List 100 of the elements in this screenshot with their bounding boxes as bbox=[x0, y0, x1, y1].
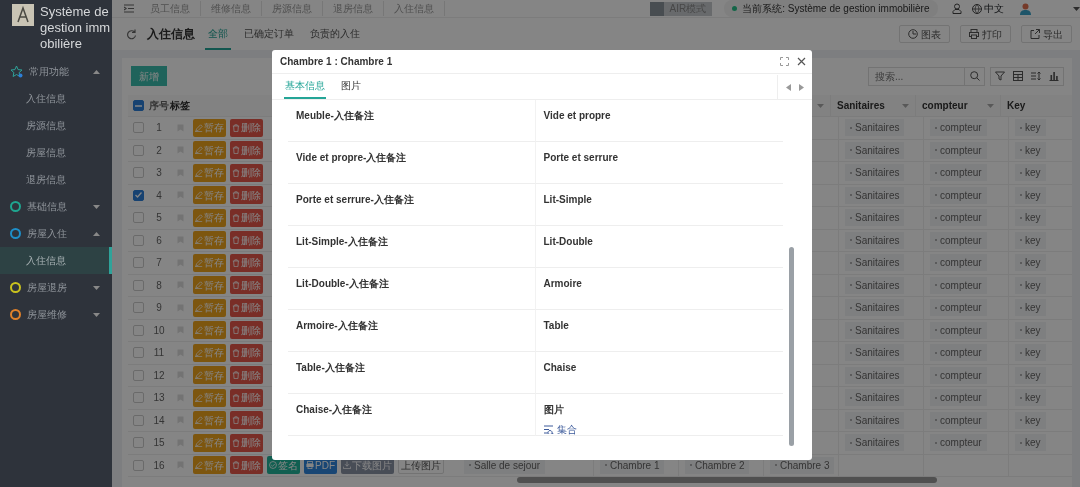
row-action-button[interactable]: 暂存 bbox=[193, 276, 226, 295]
tag: Sanitaires bbox=[845, 299, 905, 317]
fullscreen-icon[interactable] bbox=[780, 57, 789, 66]
row-action-button[interactable]: 暂存 bbox=[193, 388, 226, 407]
filter-icon[interactable] bbox=[995, 71, 1005, 81]
row-action-button[interactable]: 删除 bbox=[230, 253, 263, 272]
checkbox[interactable] bbox=[132, 212, 144, 224]
previous-icon[interactable] bbox=[786, 83, 791, 91]
checkbox[interactable] bbox=[132, 369, 144, 381]
scrollbar[interactable] bbox=[517, 477, 937, 483]
checkbox[interactable] bbox=[132, 234, 144, 246]
checkbox[interactable] bbox=[132, 257, 144, 269]
tag: compteur bbox=[930, 141, 987, 159]
row-action-button[interactable]: 暂存 bbox=[193, 118, 226, 137]
row-action-button[interactable]: 删除 bbox=[230, 456, 263, 475]
logo-icon bbox=[12, 4, 34, 26]
row-action-button[interactable]: 删除 bbox=[230, 433, 263, 452]
checkbox[interactable] bbox=[132, 414, 144, 426]
row-action-button[interactable]: 删除 bbox=[230, 411, 263, 430]
row-action-button[interactable]: 删除 bbox=[230, 231, 263, 250]
toolbar-button[interactable]: 图表 bbox=[899, 25, 950, 43]
checkbox[interactable] bbox=[132, 324, 144, 336]
add-button[interactable]: 新增 bbox=[131, 66, 167, 86]
row-number: 5 bbox=[155, 211, 163, 226]
collection-link[interactable]: 集合 bbox=[543, 422, 577, 437]
checkbox[interactable] bbox=[132, 279, 144, 291]
sidebar-subitem[interactable]: 房屋信息 bbox=[0, 139, 112, 166]
sidebar-subitem[interactable]: 房源信息 bbox=[0, 112, 112, 139]
row-action-button[interactable]: 删除 bbox=[230, 208, 263, 227]
caret-icon bbox=[1073, 6, 1080, 11]
caret-icon bbox=[817, 103, 824, 108]
sidebar-item[interactable]: 基础信息 bbox=[0, 193, 112, 220]
row-action-button[interactable]: 暂存 bbox=[193, 231, 226, 250]
row-action-button[interactable]: 暂存 bbox=[193, 141, 226, 160]
checkbox[interactable] bbox=[132, 392, 144, 404]
sidebar-item[interactable]: 房屋退房 bbox=[0, 274, 112, 301]
sidebar-subitem[interactable]: 入住信息 bbox=[0, 85, 112, 112]
next-icon[interactable] bbox=[799, 83, 804, 91]
row-action-button[interactable]: 删除 bbox=[230, 141, 263, 160]
bar-chart-icon[interactable] bbox=[1049, 71, 1059, 81]
dialog-tab[interactable]: 基本信息 bbox=[284, 78, 326, 99]
sidebar-subitem[interactable]: 入住信息 bbox=[0, 247, 112, 274]
trash-icon bbox=[232, 326, 240, 335]
row-action-button[interactable]: 删除 bbox=[230, 298, 263, 317]
checkbox[interactable] bbox=[132, 100, 144, 111]
language-selector[interactable]: 中文 bbox=[971, 1, 1004, 16]
checkbox[interactable] bbox=[132, 437, 144, 449]
row-action-button[interactable]: 删除 bbox=[230, 276, 263, 295]
toolbar-button[interactable]: 导出 bbox=[1021, 25, 1072, 43]
row-number: 8 bbox=[155, 278, 163, 293]
refresh-icon[interactable] bbox=[126, 28, 137, 40]
tag: Sanitaires bbox=[845, 344, 905, 362]
row-action-button[interactable]: 暂存 bbox=[193, 208, 226, 227]
row-action-button[interactable]: 删除 bbox=[230, 343, 263, 362]
checkbox[interactable] bbox=[132, 122, 144, 134]
row-action-button[interactable]: 暂存 bbox=[193, 298, 226, 317]
row-action-button[interactable]: 删除 bbox=[230, 186, 263, 205]
row-number: 4 bbox=[155, 188, 163, 203]
row-action-button[interactable]: 暂存 bbox=[193, 163, 226, 182]
filter-tab[interactable]: 全部 bbox=[205, 18, 231, 50]
row-action-button[interactable]: 删除 bbox=[230, 366, 263, 385]
filter-tab[interactable]: 已确定订单 bbox=[241, 18, 297, 50]
tag: compteur bbox=[930, 366, 987, 384]
edit-icon bbox=[195, 371, 203, 380]
row-action-button[interactable]: 暂存 bbox=[193, 321, 226, 340]
checkbox[interactable] bbox=[132, 302, 144, 314]
tag: Sanitaires bbox=[845, 276, 905, 294]
row-action-button[interactable]: 删除 bbox=[230, 388, 263, 407]
checkbox[interactable] bbox=[132, 189, 144, 201]
close-icon[interactable] bbox=[797, 57, 806, 66]
scrollbar[interactable] bbox=[789, 247, 794, 446]
dialog-tab[interactable]: 图片 bbox=[340, 78, 362, 99]
sort-icon[interactable] bbox=[1031, 71, 1041, 81]
row-action-button[interactable]: 暂存 bbox=[193, 411, 226, 430]
user-icon[interactable] bbox=[951, 3, 962, 14]
row-action-button[interactable]: 暂存 bbox=[193, 253, 226, 272]
row-action-button[interactable]: 暂存 bbox=[193, 366, 226, 385]
row-action-button[interactable]: 暂存 bbox=[193, 186, 226, 205]
avatar-icon[interactable] bbox=[1020, 2, 1031, 15]
sidebar-subitem[interactable]: 退房信息 bbox=[0, 166, 112, 193]
columns-icon[interactable] bbox=[1013, 71, 1023, 81]
row-action-button[interactable]: 暂存 bbox=[193, 456, 226, 475]
search-field[interactable]: 搜索... bbox=[868, 66, 985, 86]
row-action-button[interactable]: 暂存 bbox=[193, 433, 226, 452]
checkbox[interactable] bbox=[132, 167, 144, 179]
edit-icon bbox=[195, 258, 203, 267]
checkbox[interactable] bbox=[132, 347, 144, 359]
row-action-button[interactable]: 删除 bbox=[230, 321, 263, 340]
toolbar-button[interactable]: 打印 bbox=[960, 25, 1011, 43]
checkbox[interactable] bbox=[132, 144, 144, 156]
checkbox[interactable] bbox=[132, 459, 144, 471]
row-action-button[interactable]: 删除 bbox=[230, 118, 263, 137]
sidebar-item[interactable]: 常用功能 bbox=[0, 58, 112, 85]
sidebar-item[interactable]: 房屋维修 bbox=[0, 301, 112, 328]
row-action-button[interactable]: 暂存 bbox=[193, 343, 226, 362]
menu-icon[interactable] bbox=[124, 4, 134, 13]
tag: Sanitaires bbox=[845, 186, 905, 204]
sidebar-item[interactable]: 房屋入住 bbox=[0, 220, 112, 247]
filter-tab[interactable]: 负责的入住 bbox=[307, 18, 363, 50]
row-action-button[interactable]: 删除 bbox=[230, 163, 263, 182]
